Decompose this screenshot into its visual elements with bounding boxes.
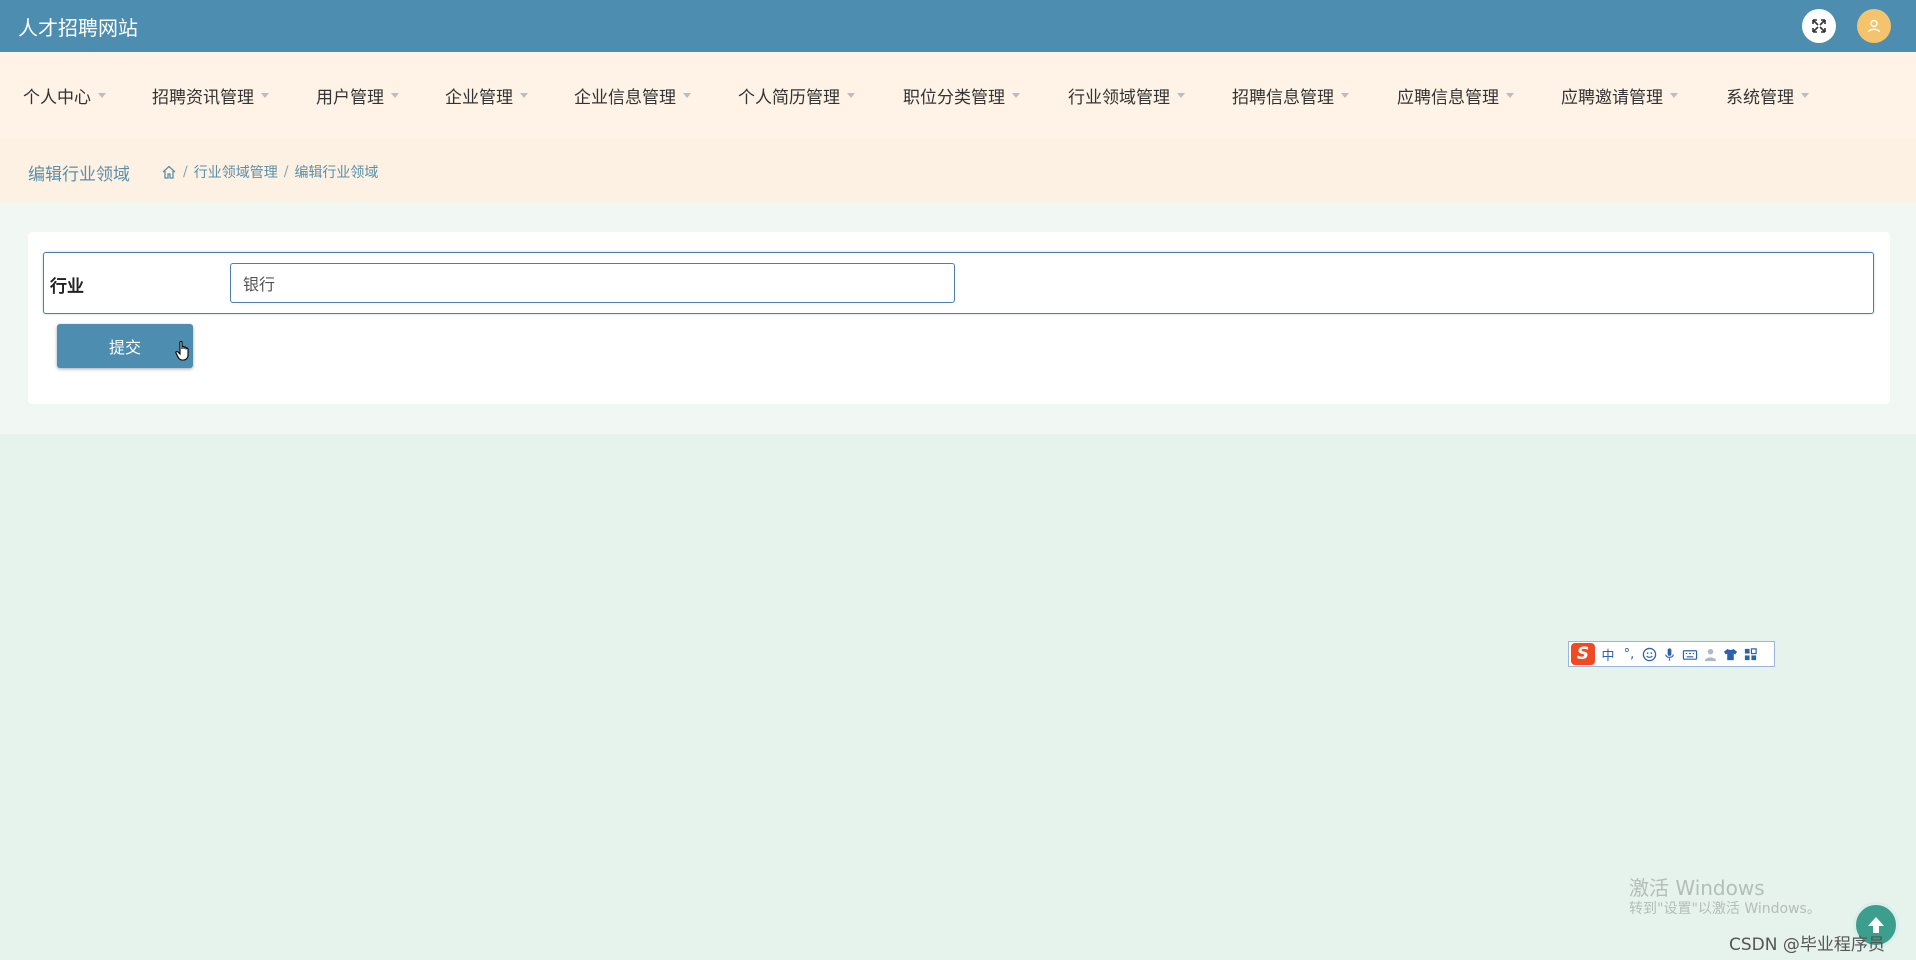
nav-recruit-info[interactable]: 招聘信息管理: [1232, 83, 1349, 108]
caret-down-icon: [1341, 93, 1349, 98]
fullscreen-button[interactable]: [1802, 9, 1836, 43]
caret-down-icon: [520, 93, 528, 98]
nav-system[interactable]: 系统管理: [1726, 83, 1809, 108]
smile-icon[interactable]: [1642, 647, 1657, 662]
nav-invitation[interactable]: 应聘邀请管理: [1561, 83, 1678, 108]
sogou-logo[interactable]: S: [1571, 643, 1595, 665]
nav-personal-center[interactable]: 个人中心: [23, 83, 106, 108]
caret-down-icon: [391, 93, 399, 98]
nav-label: 个人简历管理: [738, 88, 840, 108]
industry-input[interactable]: [230, 263, 955, 303]
breadcrumb-link-industry[interactable]: 行业领域管理: [194, 162, 278, 182]
nav-label: 系统管理: [1726, 88, 1794, 108]
nav-label: 企业信息管理: [574, 88, 676, 108]
breadcrumb-separator: /: [283, 164, 289, 180]
expand-arrows-icon: [1812, 19, 1826, 33]
grid-icon[interactable]: [1743, 647, 1758, 662]
nav-label: 招聘资讯管理: [152, 88, 254, 108]
hand-cursor-icon: [175, 340, 189, 361]
caret-down-icon: [261, 93, 269, 98]
nav-label: 应聘邀请管理: [1561, 88, 1663, 108]
csdn-credit: CSDN @毕业程序员: [1729, 935, 1885, 955]
nav-user-management[interactable]: 用户管理: [316, 83, 399, 108]
user-icon[interactable]: [1703, 647, 1718, 662]
site-title: 人才招聘网站: [18, 16, 138, 40]
microphone-icon[interactable]: [1662, 647, 1677, 662]
activate-windows-title: 激活 Windows: [1629, 876, 1765, 900]
ime-punctuation-toggle[interactable]: °,: [1621, 647, 1637, 662]
submit-button[interactable]: 提交: [57, 324, 193, 368]
page-title: 编辑行业领域: [28, 165, 130, 185]
home-icon[interactable]: [161, 164, 177, 180]
nav-label: 个人中心: [23, 88, 91, 108]
caret-down-icon: [1670, 93, 1678, 98]
breadcrumb: / 行业领域管理 / 编辑行业领域: [161, 162, 378, 182]
main-nav: 个人中心 招聘资讯管理 用户管理 企业管理 企业信息管理 个人简历管理 职位分类…: [0, 52, 1916, 138]
nav-label: 用户管理: [316, 88, 384, 108]
nav-company-management[interactable]: 企业管理: [445, 83, 528, 108]
nav-label: 应聘信息管理: [1397, 88, 1499, 108]
nav-label: 行业领域管理: [1068, 88, 1170, 108]
nav-recruit-news[interactable]: 招聘资讯管理: [152, 83, 269, 108]
nav-label: 职位分类管理: [903, 88, 1005, 108]
ime-toolbar: S 中 °,: [1568, 641, 1775, 667]
industry-form-row: 行业: [43, 252, 1874, 314]
nav-company-info[interactable]: 企业信息管理: [574, 83, 691, 108]
caret-down-icon: [98, 93, 106, 98]
activate-windows-subtitle: 转到"设置"以激活 Windows。: [1629, 901, 1821, 917]
caret-down-icon: [1506, 93, 1514, 98]
nav-resume[interactable]: 个人简历管理: [738, 83, 855, 108]
nav-application-info[interactable]: 应聘信息管理: [1397, 83, 1514, 108]
breadcrumb-separator: /: [183, 164, 188, 180]
nav-label: 招聘信息管理: [1232, 88, 1334, 108]
breadcrumb-bar: 编辑行业领域 / 行业领域管理 / 编辑行业领域: [0, 138, 1916, 202]
ime-mode-toggle[interactable]: 中: [1600, 645, 1616, 664]
keyboard-icon[interactable]: [1682, 647, 1698, 662]
caret-down-icon: [1801, 93, 1809, 98]
breadcrumb-current: 编辑行业领域: [294, 165, 379, 181]
nav-label: 企业管理: [445, 88, 513, 108]
user-avatar-button[interactable]: [1857, 9, 1891, 43]
top-bar: 人才招聘网站: [0, 0, 1916, 52]
caret-down-icon: [1012, 93, 1020, 98]
caret-down-icon: [1177, 93, 1185, 98]
nav-job-category[interactable]: 职位分类管理: [903, 83, 1020, 108]
nav-industry[interactable]: 行业领域管理: [1068, 83, 1185, 108]
caret-down-icon: [847, 93, 855, 98]
shirt-icon[interactable]: [1723, 647, 1738, 662]
caret-down-icon: [683, 93, 691, 98]
industry-label: 行业: [50, 277, 84, 297]
user-icon: [1867, 19, 1881, 33]
